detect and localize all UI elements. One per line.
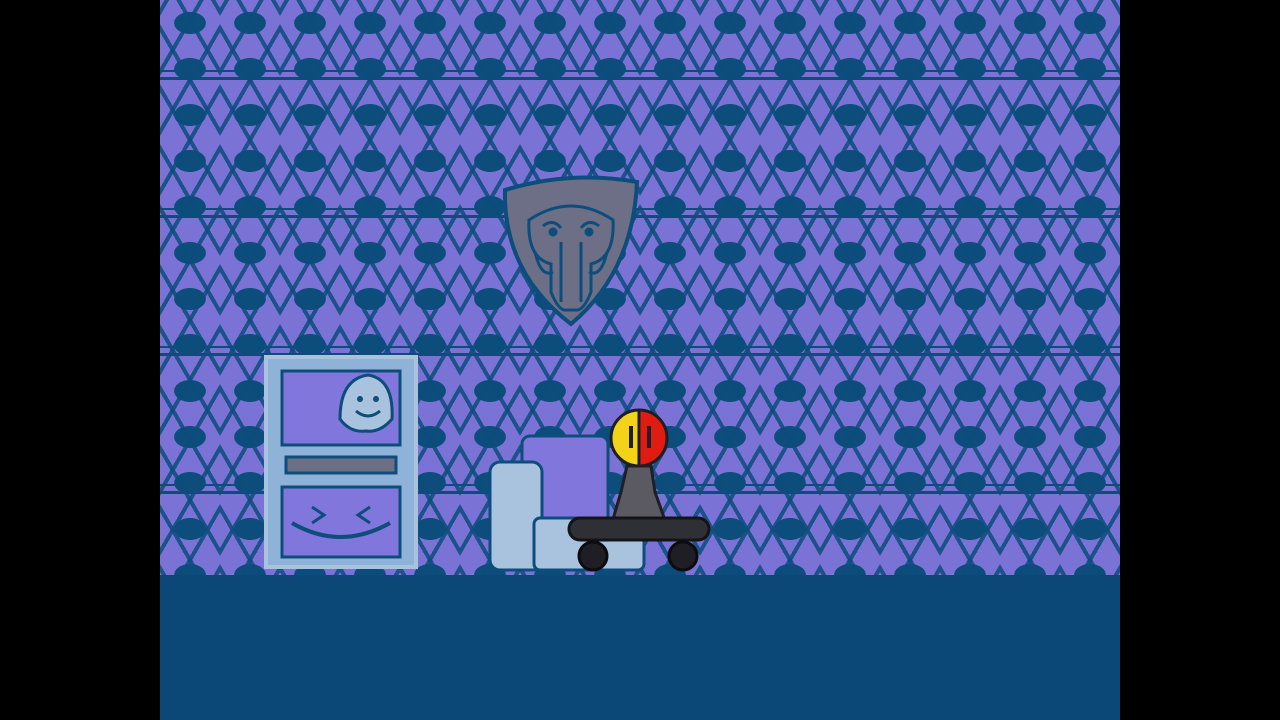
player-character-on-skateboard[interactable] <box>563 406 715 576</box>
wall-poster[interactable] <box>264 355 418 569</box>
room-floor <box>160 575 1120 720</box>
split-face-icon <box>609 408 669 468</box>
letterbox-left <box>0 0 160 720</box>
skateboard <box>567 516 711 572</box>
elephant-shield-trophy[interactable] <box>495 172 647 330</box>
letterbox-right <box>1120 0 1280 720</box>
game-viewport[interactable] <box>160 0 1120 720</box>
